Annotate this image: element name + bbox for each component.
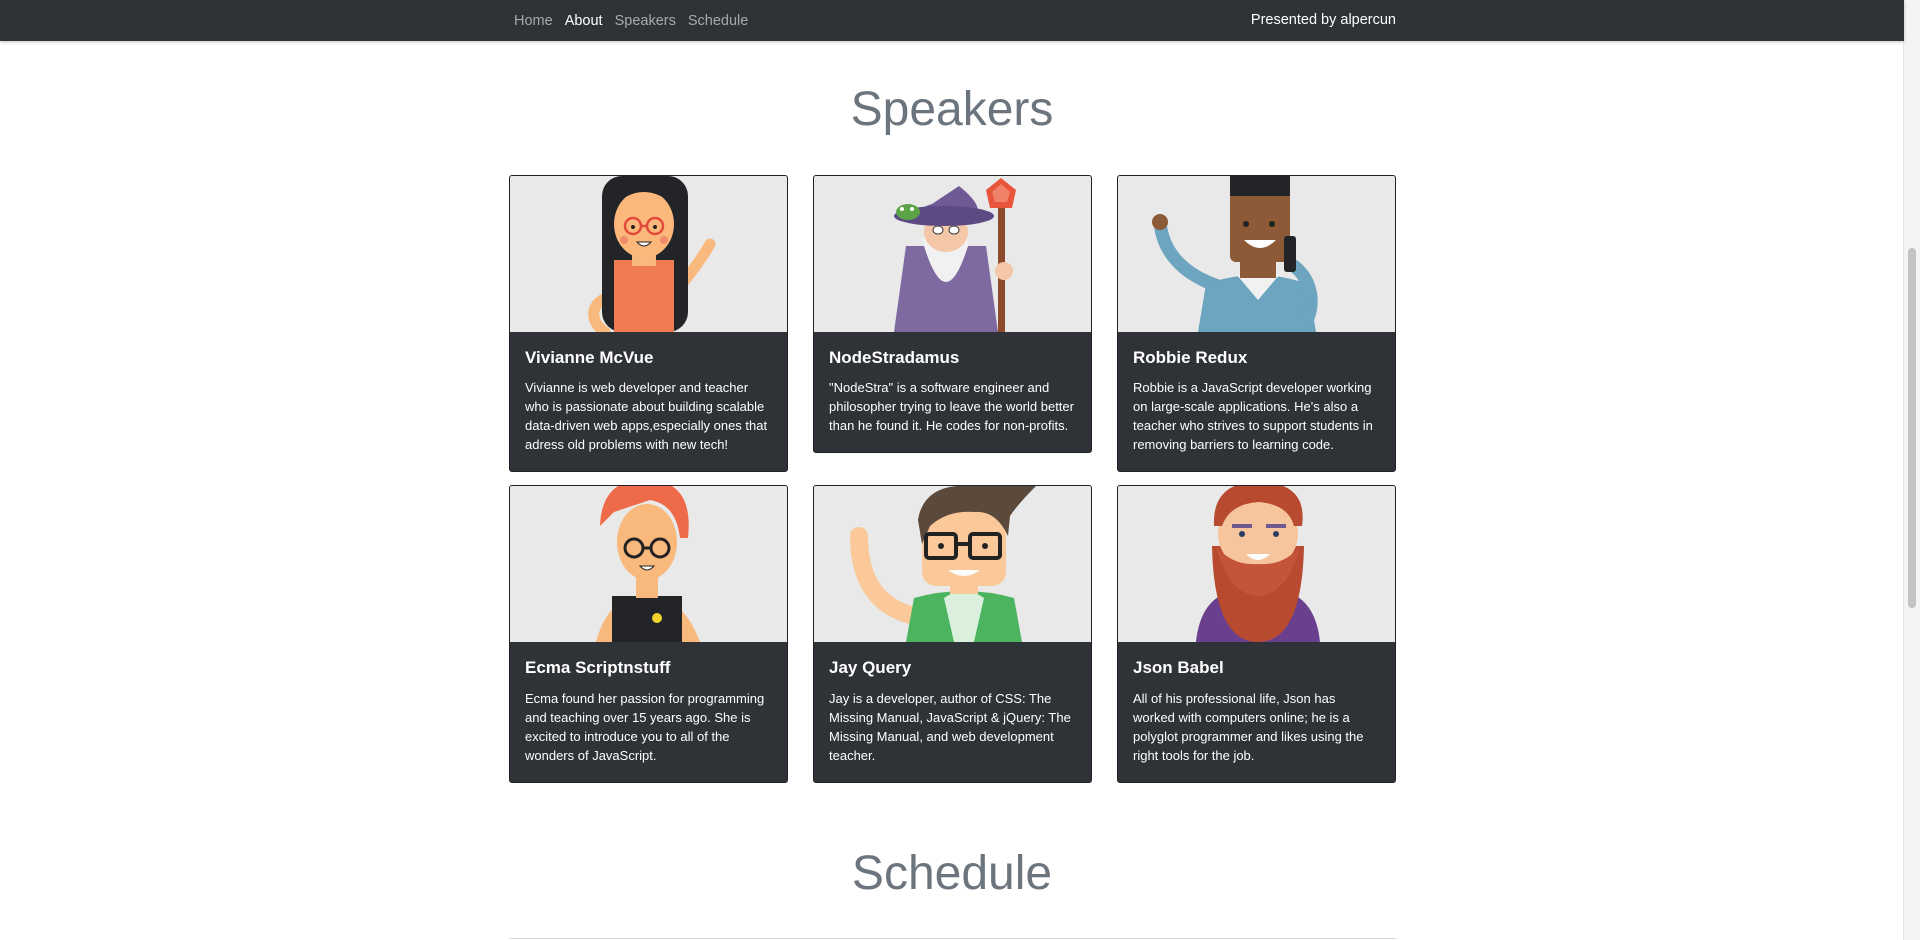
speaker-name: Ecma Scriptnstuff [525, 658, 671, 678]
top-navbar: Home About Speakers Schedule Presented b… [0, 0, 1904, 41]
speaker-bio: Jay is a developer, author of CSS: The M… [829, 690, 1071, 763]
speaker-card: Vivianne McVue Vivianne is web developer… [509, 175, 788, 473]
schedule-table-top-border [509, 938, 1396, 939]
speaker-card: Robbie Redux Robbie is a JavaScript deve… [1117, 175, 1396, 473]
speaker-cards-grid: Vivianne McVue Vivianne is web developer… [509, 175, 1396, 783]
speaker-card: NodeStradamus "NodeStra" is a software e… [813, 175, 1092, 454]
schedule-heading: Schedule [851, 847, 1053, 900]
speaker-card: Jay Query Jay is a developer, author of … [813, 485, 1092, 783]
nav-link-home[interactable]: Home [514, 13, 553, 29]
speaker-name: Robbie Redux [1133, 348, 1248, 367]
speaker-name: Vivianne McVue [525, 348, 654, 367]
avatar-wizard [814, 176, 1091, 332]
nav-link-schedule[interactable]: Schedule [688, 13, 748, 29]
speaker-bio: "NodeStra" is a software engineer and ph… [829, 380, 1074, 434]
speaker-card-body: Jay Query Jay is a developer, author of … [814, 642, 1091, 781]
scrollbar-thumb[interactable] [1908, 248, 1916, 608]
page-scrollbar[interactable] [1903, 0, 1920, 940]
speaker-card-body: Robbie Redux Robbie is a JavaScript deve… [1118, 332, 1395, 471]
speaker-card: Json Babel All of his professional life,… [1117, 485, 1396, 783]
speaker-card-body: NodeStradamus "NodeStra" is a software e… [814, 332, 1091, 452]
avatar-red-hair-glasses [510, 486, 787, 643]
speaker-name: Jay Query [829, 658, 912, 678]
speaker-card-body: Ecma Scriptnstuff Ecma found her passion… [510, 642, 787, 781]
speaker-card-body: Vivianne McVue Vivianne is web developer… [510, 332, 787, 471]
speaker-bio: Vivianne is web developer and teacher wh… [525, 380, 768, 453]
speaker-card: Ecma Scriptnstuff Ecma found her passion… [509, 485, 788, 783]
avatar-glasses-waving [814, 486, 1091, 643]
speaker-bio: All of his professional life, Json has w… [1133, 690, 1364, 763]
speaker-card-body: Json Babel All of his professional life,… [1118, 642, 1395, 781]
nav-links: Home About Speakers Schedule [514, 0, 760, 41]
speaker-bio: Robbie is a JavaScript developer working… [1133, 380, 1373, 453]
speaker-bio: Ecma found her passion for programming a… [525, 690, 765, 763]
speakers-heading: Speakers [850, 83, 1054, 136]
nav-link-about[interactable]: About [565, 13, 603, 29]
speaker-name: Json Babel [1133, 658, 1224, 678]
speaker-name: NodeStradamus [829, 348, 960, 367]
presenter-text: Presented by alpercun [1250, 12, 1396, 28]
avatar-red-beard [1118, 486, 1395, 643]
nav-link-speakers[interactable]: Speakers [615, 13, 676, 29]
avatar-long-black-hair-glasses [510, 176, 787, 332]
avatar-waving-phone [1118, 176, 1395, 332]
